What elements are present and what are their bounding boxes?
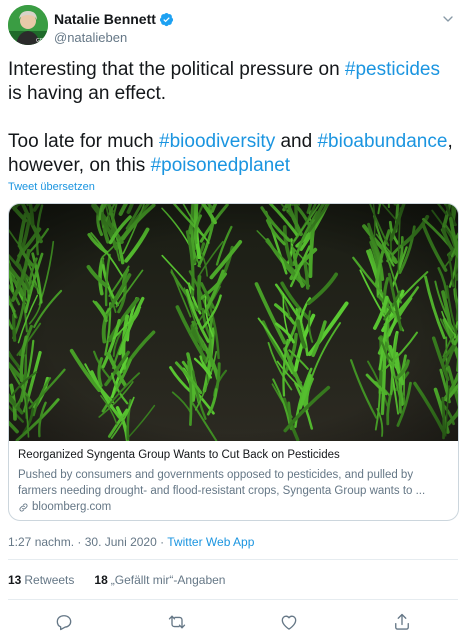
card-title: Reorganized Syngenta Group Wants to Cut … (18, 449, 340, 461)
link-icon (19, 503, 28, 511)
reply-icon[interactable] (54, 612, 74, 632)
meta-separator: · (156, 535, 168, 549)
card-domain: bloomberg.com (18, 501, 449, 513)
link-card[interactable]: Reorganized Syngenta Group Wants to Cut … (8, 203, 459, 521)
avatar-photo: GP (8, 5, 48, 45)
meta-separator: · (74, 535, 85, 549)
hashtag-link[interactable]: #bioabundance (317, 131, 447, 152)
tweet-header: GP Natalie Bennett @natalieben (8, 5, 458, 47)
translate-link[interactable]: Tweet übersetzen (8, 181, 95, 193)
card-description: Pushed by consumers and governments oppo… (18, 469, 426, 497)
tweet-paragraph-1: Interesting that the political pressure … (8, 58, 458, 106)
hashtag-link[interactable]: #bioodiversity (159, 131, 275, 152)
svg-text:GP: GP (36, 38, 43, 44)
card-image (9, 204, 458, 441)
retweets-stat[interactable]: 13 Retweets (8, 573, 74, 587)
author-handle[interactable]: @natalieben (54, 30, 174, 45)
tweet-meta: 1:27 nachm. · 30. Juni 2020 · Twitter We… (8, 535, 254, 549)
tweet-source[interactable]: Twitter Web App (167, 535, 254, 549)
divider (8, 559, 458, 560)
author-block: Natalie Bennett @natalieben (54, 10, 174, 45)
tweet-paragraph-2: Too late for much #bioodiversity and #bi… (8, 130, 458, 178)
likes-label: „Gefällt mir“-Angaben (110, 573, 226, 587)
chevron-down-icon[interactable] (440, 11, 456, 27)
tweet-date[interactable]: 30. Juni 2020 (85, 535, 157, 549)
likes-count: 18 (94, 573, 108, 587)
author-name[interactable]: Natalie Bennett (54, 11, 156, 27)
tweet-stats: 13 Retweets 18 „Gefällt mir“-Angaben (8, 573, 245, 587)
verified-badge-icon (159, 12, 173, 26)
tweet-text-segment: Interesting that the political pressure … (8, 59, 345, 80)
retweet-icon[interactable] (167, 612, 187, 632)
avatar[interactable]: GP (8, 5, 48, 45)
like-icon[interactable] (279, 612, 299, 632)
card-domain-text: bloomberg.com (32, 501, 112, 513)
hashtag-link[interactable]: #poisonedplanet (151, 155, 290, 176)
share-icon[interactable] (392, 612, 412, 632)
tweet-text: Interesting that the political pressure … (8, 58, 458, 178)
tweet-time[interactable]: 1:27 nachm. (8, 535, 74, 549)
retweets-label: Retweets (24, 573, 75, 587)
tweet-text-segment: and (275, 131, 318, 152)
hashtag-link[interactable]: #pesticides (345, 59, 440, 80)
tweet-text-segment: Too late for much (8, 131, 160, 152)
tweet-text-segment: is having an effect. (8, 83, 167, 104)
action-bar (8, 610, 458, 634)
divider (8, 599, 458, 600)
likes-stat[interactable]: 18 „Gefällt mir“-Angaben (94, 573, 225, 587)
retweets-count: 13 (8, 573, 22, 587)
